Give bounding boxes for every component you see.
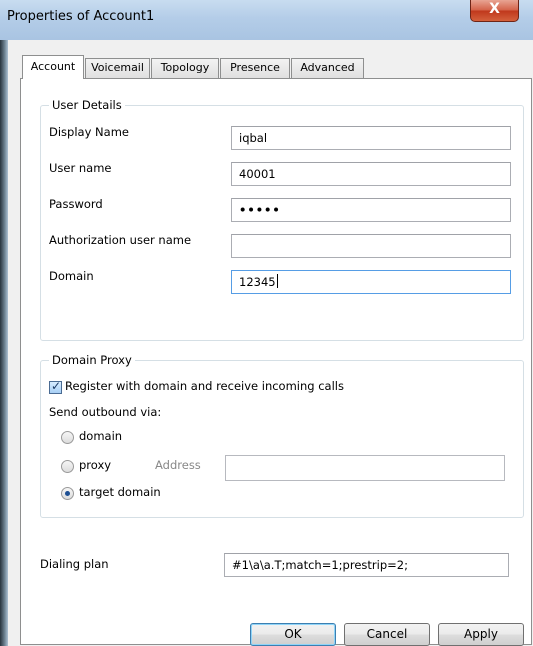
radio-domain-label: domain [79,429,123,443]
register-checkbox[interactable]: ✓ [49,379,62,394]
properties-dialog: Properties of Account1 X Account Voicema… [0,0,533,646]
ok-button[interactable]: OK [250,623,336,646]
tab-label: Account [30,60,76,73]
account-tab-panel: User Details Display Name iqbal User nam… [20,78,532,645]
radio-proxy-label: proxy [79,458,112,472]
auth-user-name-label: Authorization user name [49,233,192,247]
domain-field[interactable]: 12345 [231,270,511,294]
radio-target-domain[interactable] [61,487,74,500]
tab-account[interactable]: Account [22,55,84,79]
ok-label: OK [284,627,302,641]
title-bar[interactable]: Properties of Account1 X [0,0,533,41]
display-name-label: Display Name [49,125,129,139]
display-name-field[interactable]: iqbal [231,126,511,150]
auth-user-name-field[interactable] [231,234,511,258]
display-name-value: iqbal [239,131,268,145]
cancel-label: Cancel [366,627,408,641]
close-button[interactable]: X [470,0,519,22]
tab-topology[interactable]: Topology [151,58,219,78]
tab-label: Advanced [300,61,355,74]
tab-voicemail[interactable]: Voicemail [85,58,150,78]
tab-label: Voicemail [91,61,144,74]
send-outbound-label: Send outbound via: [49,405,162,419]
window-frame [0,40,8,646]
dialog-client-area: Account Voicemail Topology Presence Adva… [8,40,533,646]
user-name-value: 40001 [239,167,276,181]
register-label: Register with domain and receive incomin… [65,379,344,393]
address-field[interactable] [225,455,505,481]
check-icon: ✓ [51,379,62,393]
password-label: Password [49,197,103,211]
dialing-plan-value: #1\a\a.T;match=1;prestrip=2; [232,558,408,572]
dialing-plan-field[interactable]: #1\a\a.T;match=1;prestrip=2; [224,553,509,577]
user-details-group: User Details Display Name iqbal User nam… [40,98,524,341]
password-field[interactable]: ••••• [231,198,511,222]
address-label: Address [155,458,201,472]
domain-value: 12345 [239,275,276,289]
radio-target-domain-label: target domain [79,485,161,499]
close-icon: X [489,1,500,17]
apply-label: Apply [464,627,498,641]
dialing-plan-label: Dialing plan [40,557,109,571]
domain-proxy-legend: Domain Proxy [49,353,135,367]
password-value: ••••• [239,203,281,217]
radio-domain[interactable] [61,431,74,444]
radio-proxy[interactable] [61,460,74,473]
domain-proxy-group: Domain Proxy ✓ Register with domain and … [40,353,524,518]
tab-advanced[interactable]: Advanced [291,58,364,78]
user-details-legend: User Details [49,98,125,112]
text-caret [276,274,278,288]
domain-label: Domain [49,269,94,283]
apply-button[interactable]: Apply [438,623,524,646]
user-name-field[interactable]: 40001 [231,162,511,186]
tab-label: Topology [160,61,210,74]
tab-presence[interactable]: Presence [220,58,290,78]
tab-label: Presence [230,61,280,74]
user-name-label: User name [49,161,112,175]
window-title: Properties of Account1 [7,9,155,24]
cancel-button[interactable]: Cancel [344,623,430,646]
